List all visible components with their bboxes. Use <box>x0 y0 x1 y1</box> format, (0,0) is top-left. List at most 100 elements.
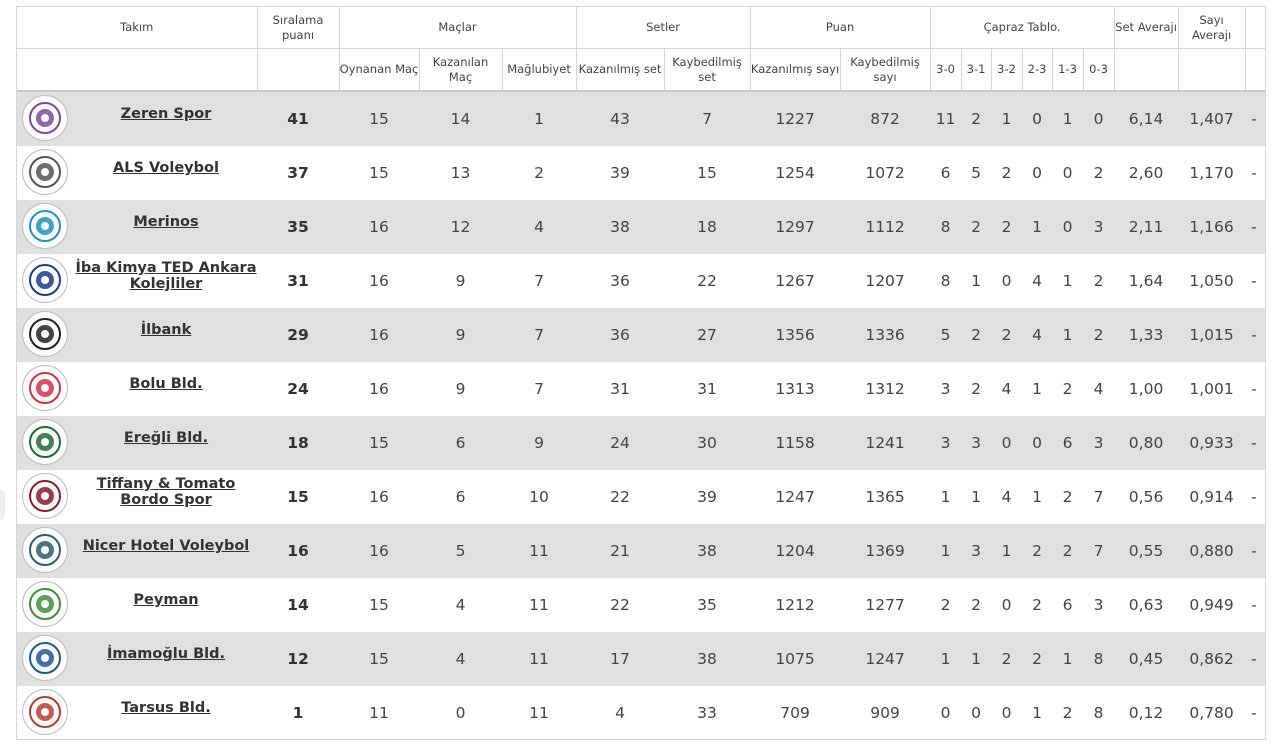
cross-1-3-cell: 1 <box>1052 254 1084 308</box>
nicer-hotel-logo[interactable] <box>22 527 68 573</box>
peyman-logo[interactable] <box>22 581 68 627</box>
col-set-avg: Set Averajı <box>1114 7 1179 49</box>
bordo-spor-logo[interactable] <box>22 473 68 519</box>
set-avg-cell: 6,14 <box>1114 91 1179 146</box>
points-lost-cell: 1247 <box>840 632 931 686</box>
extra-cell: - <box>1245 686 1265 739</box>
cross-0-3-cell: 8 <box>1083 686 1115 739</box>
set-avg-cell: 0,55 <box>1114 524 1179 578</box>
extra-cell: - <box>1245 470 1265 524</box>
team-name-link[interactable]: İba Kimya TED Ankara Kolejliler <box>75 254 257 308</box>
col-cross-3-2: 3-2 <box>991 48 1023 92</box>
team-name-link[interactable]: Ereğli Bld. <box>75 416 257 470</box>
header-row-top: Takım Sıralama puanı Maçlar Setler Puan … <box>17 7 1265 49</box>
header-row-sub: Oynanan Maç Kazanılan Maç Mağlubiyet Kaz… <box>17 48 1265 92</box>
team-name-link[interactable]: Zeren Spor <box>75 92 257 146</box>
cross-0-3-cell: 3 <box>1083 416 1115 470</box>
team-name-link[interactable]: Tarsus Bld. <box>75 686 257 739</box>
col-cross-2-3: 2-3 <box>1022 48 1053 92</box>
team-cell: İmamoğlu Bld. <box>17 632 257 686</box>
played-cell: 16 <box>339 470 419 524</box>
cross-0-3-cell: 7 <box>1083 470 1115 524</box>
team-name-link[interactable]: Tiffany & Tomato Bordo Spor <box>75 470 257 524</box>
team-name-link[interactable]: İlbank <box>75 308 257 362</box>
cross-3-1-cell: 3 <box>961 524 992 578</box>
played-cell: 15 <box>339 146 419 200</box>
col-sets-lost: Kaybedilmiş set <box>664 48 751 92</box>
cross-3-1-cell: 0 <box>961 686 992 739</box>
als-voleybol-logo[interactable] <box>22 149 68 195</box>
cross-3-2-cell: 1 <box>991 91 1023 146</box>
sets-lost-cell: 7 <box>664 91 751 146</box>
set-avg-cell: 0,80 <box>1114 416 1179 470</box>
col-points-won: Kazanılmış sayı <box>750 48 841 92</box>
team-cell: İba Kimya TED Ankara Kolejliler <box>17 254 257 308</box>
merinos-logo[interactable] <box>22 203 68 249</box>
points-lost-cell: 1369 <box>840 524 931 578</box>
team-name-link[interactable]: ALS Voleybol <box>75 146 257 200</box>
cross-3-2-cell: 2 <box>991 632 1023 686</box>
team-name-link[interactable]: Peyman <box>75 578 257 632</box>
cross-2-3-cell: 0 <box>1022 146 1053 200</box>
team-name-link[interactable]: Merinos <box>75 200 257 254</box>
cross-1-3-cell: 2 <box>1052 524 1084 578</box>
points-won-cell: 1075 <box>750 632 841 686</box>
point-avg-cell: 0,862 <box>1178 632 1246 686</box>
played-cell: 15 <box>339 416 419 470</box>
team-name-link[interactable]: Nicer Hotel Voleybol <box>75 524 257 578</box>
cross-0-3-cell: 2 <box>1083 146 1115 200</box>
sets-won-cell: 43 <box>576 91 665 146</box>
sets-won-cell: 22 <box>576 578 665 632</box>
sets-lost-cell: 27 <box>664 308 751 362</box>
sets-won-cell: 17 <box>576 632 665 686</box>
zeren-spor-logo[interactable] <box>22 95 68 141</box>
team-name-link[interactable]: Bolu Bld. <box>75 362 257 416</box>
lost-cell: 7 <box>502 308 577 362</box>
set-avg-cell: 0,45 <box>1114 632 1179 686</box>
cross-1-3-cell: 6 <box>1052 578 1084 632</box>
cross-3-2-cell: 4 <box>991 470 1023 524</box>
col-points-lost: Kaybedilmiş sayı <box>840 48 931 92</box>
sets-lost-cell: 38 <box>664 524 751 578</box>
table-row: Bolu Bld. 24 16 9 7 31 31 1313 1312 3 2 4 1 2 4 1,00 1,0… <box>17 362 1265 416</box>
played-cell: 16 <box>339 200 419 254</box>
sets-lost-cell: 35 <box>664 578 751 632</box>
team-cell: Ereğli Bld. <box>17 416 257 470</box>
cross-3-0-cell: 3 <box>930 416 962 470</box>
standings-table: Takım Sıralama puanı Maçlar Setler Puan … <box>17 7 1265 739</box>
points-won-cell: 1313 <box>750 362 841 416</box>
points-lost-cell: 1277 <box>840 578 931 632</box>
col-point-avg: Sayı Averajı <box>1178 7 1246 49</box>
points-won-cell: 709 <box>750 686 841 739</box>
won-cell: 14 <box>419 91 502 146</box>
point-avg-cell: 1,166 <box>1178 200 1246 254</box>
sets-lost-cell: 22 <box>664 254 751 308</box>
lost-cell: 1 <box>502 91 577 146</box>
won-cell: 5 <box>419 524 502 578</box>
cross-3-2-cell: 2 <box>991 200 1023 254</box>
points-cell: 14 <box>257 578 339 632</box>
ilbank-logo[interactable] <box>22 311 68 357</box>
sets-won-cell: 36 <box>576 254 665 308</box>
won-cell: 0 <box>419 686 502 739</box>
ted-ankara-logo[interactable] <box>22 257 68 303</box>
col-group-matches: Maçlar <box>339 7 577 49</box>
point-avg-cell: 0,880 <box>1178 524 1246 578</box>
bolu-bld-logo[interactable] <box>22 365 68 411</box>
sets-won-cell: 38 <box>576 200 665 254</box>
lost-cell: 4 <box>502 200 577 254</box>
tarsus-bld-logo[interactable] <box>22 689 68 735</box>
eregli-bld-logo[interactable] <box>22 419 68 465</box>
team-cell: ALS Voleybol <box>17 146 257 200</box>
sets-lost-cell: 30 <box>664 416 751 470</box>
team-name-link[interactable]: İmamoğlu Bld. <box>75 632 257 686</box>
cross-3-0-cell: 8 <box>930 200 962 254</box>
played-cell: 15 <box>339 578 419 632</box>
lost-cell: 10 <box>502 470 577 524</box>
won-cell: 4 <box>419 632 502 686</box>
cross-2-3-cell: 4 <box>1022 254 1053 308</box>
played-cell: 15 <box>339 91 419 146</box>
won-cell: 12 <box>419 200 502 254</box>
points-won-cell: 1247 <box>750 470 841 524</box>
imamoglu-bld-logo[interactable] <box>22 635 68 681</box>
